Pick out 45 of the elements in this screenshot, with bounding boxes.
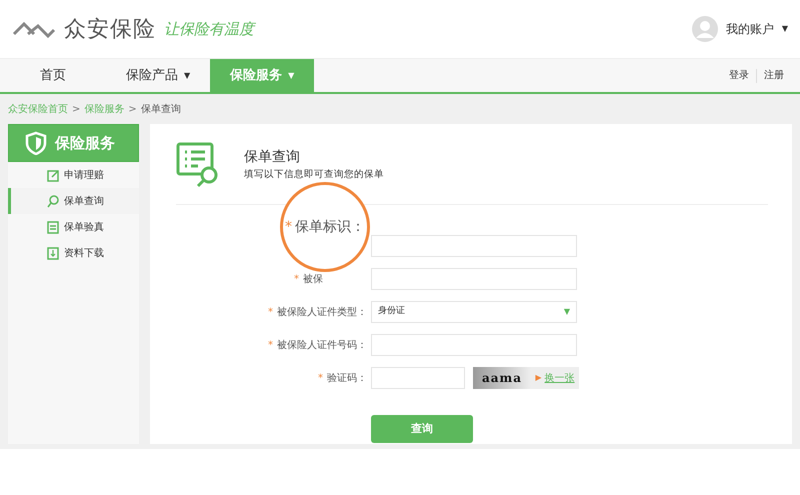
caret-icon: ▼: [564, 306, 570, 318]
search-icon: [47, 194, 59, 208]
required-mark: *: [268, 306, 273, 320]
slogan-text: 让保险有温度: [164, 18, 254, 40]
breadcrumb-current: 保单查询: [140, 102, 181, 116]
caret-icon: ▼: [288, 70, 294, 82]
sidebar-item[interactable]: 保单验真: [8, 214, 139, 240]
select-field[interactable]: 身份证 ▼: [371, 301, 577, 323]
caret-icon: ▼: [782, 23, 788, 35]
page-subtitle: 填写以下信息即可查询您的保单: [244, 168, 384, 182]
sidebar-title: 保险服务: [55, 132, 115, 154]
field-label: 被保险人证件号码：: [277, 338, 367, 352]
nav-link[interactable]: 登录: [729, 68, 749, 83]
sidebar-item[interactable]: 保单查询: [8, 188, 139, 214]
input-field[interactable]: [371, 334, 577, 356]
avatar-icon: [692, 16, 718, 42]
caret-icon: ▼: [184, 70, 190, 82]
sidebar-item[interactable]: 申请理赔: [8, 162, 139, 188]
captcha-image: aama: [473, 367, 531, 389]
required-mark: *: [294, 272, 299, 286]
page-title: 保单查询: [244, 148, 301, 168]
field-label: 被保: [303, 272, 323, 286]
breadcrumb-separator: >: [128, 102, 137, 116]
nav-tab[interactable]: 保险产品 ▼: [106, 59, 210, 93]
list-search-icon: [176, 142, 220, 188]
required-mark: *: [268, 338, 273, 352]
input-field[interactable]: [371, 367, 465, 389]
nav-link[interactable]: 注册: [764, 68, 784, 83]
required-mark: *: [285, 218, 292, 236]
input-field[interactable]: [371, 235, 577, 257]
field-label: 被保险人证件类型：: [277, 306, 367, 320]
download-icon: [47, 246, 59, 260]
triangle-icon: ▶: [535, 372, 542, 384]
logo-text: 众安保险: [64, 16, 156, 44]
account-menu[interactable]: 我的账户 ▼: [692, 16, 788, 42]
sidebar-item[interactable]: 资料下载: [8, 240, 139, 266]
shield-icon: [25, 131, 47, 155]
breadcrumb-separator: >: [72, 102, 80, 116]
magnified-label: 保单标识：: [295, 218, 365, 236]
field-label: 验证码：: [327, 372, 367, 386]
document-icon: [47, 220, 59, 234]
input-field[interactable]: [371, 268, 577, 290]
nav-tab[interactable]: 首页: [0, 59, 106, 93]
required-mark: *: [318, 372, 323, 386]
edit-icon: [47, 168, 59, 182]
